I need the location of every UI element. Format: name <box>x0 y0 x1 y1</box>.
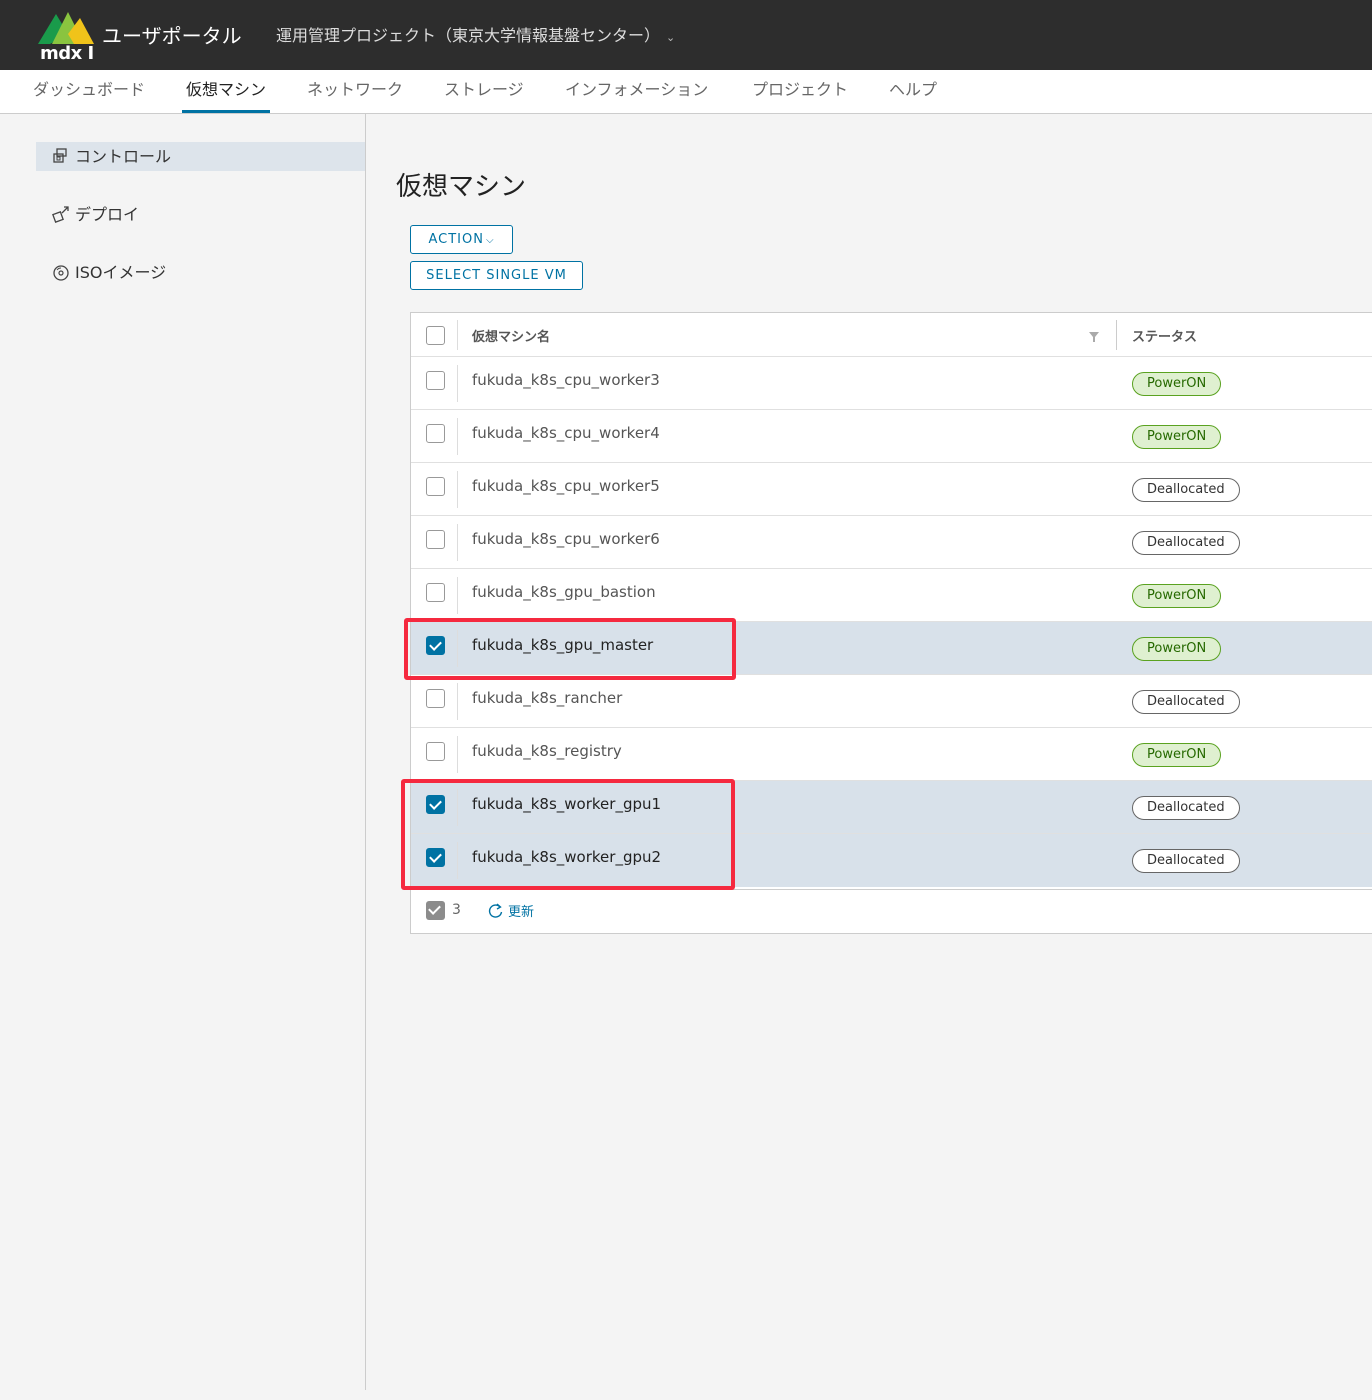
column-divider <box>457 736 458 773</box>
row-checkbox[interactable] <box>426 583 445 602</box>
nav-virtual-machines[interactable]: 仮想マシン <box>181 70 271 114</box>
row-checkbox[interactable] <box>426 530 445 549</box>
status-badge: PowerON <box>1132 372 1222 396</box>
sidebar-item-iso-image[interactable]: ISOイメージ <box>36 258 365 287</box>
grid-footer: 3 更新 <box>411 889 1372 934</box>
action-button[interactable]: ACTION ⌵ <box>410 225 513 254</box>
vm-datagrid: 仮想マシン名 ステータス fukuda_k8s_cpu_worker3 Powe… <box>410 312 1372 934</box>
nav-storage[interactable]: ストレージ <box>444 70 524 114</box>
grid-header-row: 仮想マシン名 ステータス <box>411 313 1372 357</box>
vm-name: fukuda_k8s_worker_gpu2 <box>472 848 662 866</box>
sidebar-item-deploy[interactable]: デプロイ <box>36 200 365 229</box>
sidebar-item-label: コントロール <box>75 147 172 166</box>
top-header: mdx I ユーザポータル 運用管理プロジェクト（東京大学情報基盤センター） ⌄ <box>0 0 1372 70</box>
vm-name: fukuda_k8s_gpu_bastion <box>472 583 656 601</box>
vm-name: fukuda_k8s_worker_gpu1 <box>472 795 662 813</box>
row-checkbox[interactable] <box>426 424 445 443</box>
page-title: 仮想マシン <box>396 172 527 202</box>
vm-name: fukuda_k8s_cpu_worker6 <box>472 530 660 548</box>
selected-count: 3 <box>452 902 461 918</box>
main-nav: ダッシュボード 仮想マシン ネットワーク ストレージ インフォメーション プロジ… <box>0 70 1372 114</box>
project-name: 運用管理プロジェクト（東京大学情報基盤センター） <box>276 26 661 45</box>
column-divider <box>457 320 458 350</box>
refresh-icon <box>488 903 503 918</box>
table-row[interactable]: fukuda_k8s_cpu_worker3 PowerON <box>411 357 1372 410</box>
status-badge: PowerON <box>1132 743 1222 767</box>
table-row[interactable]: fukuda_k8s_cpu_worker4 PowerON <box>411 410 1372 463</box>
nav-help[interactable]: ヘルプ <box>889 70 937 114</box>
row-checkbox[interactable] <box>426 848 445 867</box>
vm-name: fukuda_k8s_cpu_worker3 <box>472 371 660 389</box>
vm-name: fukuda_k8s_registry <box>472 742 622 760</box>
status-badge: Deallocated <box>1132 478 1240 502</box>
filter-icon[interactable] <box>1088 331 1100 343</box>
column-divider <box>457 683 458 720</box>
status-badge: Deallocated <box>1132 796 1240 820</box>
deploy-icon <box>52 206 69 223</box>
table-row[interactable]: fukuda_k8s_gpu_bastion PowerON <box>411 569 1372 622</box>
project-selector[interactable]: 運用管理プロジェクト（東京大学情報基盤センター） ⌄ <box>276 22 675 46</box>
row-checkbox[interactable] <box>426 371 445 390</box>
nav-information[interactable]: インフォメーション <box>565 70 708 114</box>
refresh-button[interactable]: 更新 <box>487 901 534 920</box>
row-checkbox[interactable] <box>426 742 445 761</box>
vm-name: fukuda_k8s_gpu_master <box>472 636 654 654</box>
logo-text: mdx I <box>40 43 94 64</box>
selection-indicator-icon <box>426 901 445 920</box>
status-badge: PowerON <box>1132 637 1222 661</box>
row-checkbox[interactable] <box>426 477 445 496</box>
column-divider <box>1116 320 1117 350</box>
table-row[interactable]: fukuda_k8s_rancher Deallocated <box>411 675 1372 728</box>
table-row[interactable]: fukuda_k8s_registry PowerON <box>411 728 1372 781</box>
main-content: 仮想マシン ACTION ⌵ SELECT SINGLE VM 仮想マシン名 ステ… <box>366 114 1372 1390</box>
status-badge: Deallocated <box>1132 690 1240 714</box>
select-all-checkbox[interactable] <box>426 326 445 345</box>
column-divider <box>457 418 458 455</box>
action-label: ACTION <box>428 232 484 247</box>
disc-icon <box>53 265 69 281</box>
control-icon <box>53 148 67 163</box>
vm-name: fukuda_k8s_cpu_worker5 <box>472 477 660 495</box>
sidebar-item-label: デプロイ <box>75 205 140 224</box>
select-single-vm-button[interactable]: SELECT SINGLE VM <box>410 261 583 290</box>
column-header-status[interactable]: ステータス <box>1132 326 1197 345</box>
column-divider <box>457 630 458 667</box>
sidebar-item-control[interactable]: コントロール <box>36 142 365 171</box>
chevron-down-icon: ⌵ <box>485 235 495 246</box>
row-checkbox[interactable] <box>426 636 445 655</box>
row-checkbox[interactable] <box>426 689 445 708</box>
vm-name: fukuda_k8s_cpu_worker4 <box>472 424 660 442</box>
column-divider <box>457 524 458 561</box>
status-badge: Deallocated <box>1132 531 1240 555</box>
sidebar-item-label: ISOイメージ <box>75 263 167 282</box>
row-checkbox[interactable] <box>426 795 445 814</box>
column-divider <box>457 365 458 402</box>
refresh-label: 更新 <box>508 905 535 920</box>
app-title: ユーザポータル <box>102 24 242 48</box>
column-divider <box>457 577 458 614</box>
nav-dashboard[interactable]: ダッシュボード <box>33 70 145 114</box>
column-divider <box>457 789 458 826</box>
table-row[interactable]: fukuda_k8s_worker_gpu2 Deallocated <box>411 834 1372 887</box>
vm-name: fukuda_k8s_rancher <box>472 689 623 707</box>
column-header-name[interactable]: 仮想マシン名 <box>472 326 550 345</box>
nav-project[interactable]: プロジェクト <box>752 70 848 114</box>
table-row[interactable]: fukuda_k8s_gpu_master PowerON <box>411 622 1372 675</box>
status-badge: PowerON <box>1132 584 1222 608</box>
chevron-down-icon: ⌄ <box>666 31 676 44</box>
table-row[interactable]: fukuda_k8s_worker_gpu1 Deallocated <box>411 781 1372 834</box>
status-badge: Deallocated <box>1132 849 1240 873</box>
table-row[interactable]: fukuda_k8s_cpu_worker6 Deallocated <box>411 516 1372 569</box>
nav-network[interactable]: ネットワーク <box>307 70 403 114</box>
column-divider <box>457 842 458 879</box>
sidebar: コントロール デプロイ ISOイメージ <box>0 114 366 1390</box>
table-row[interactable]: fukuda_k8s_cpu_worker5 Deallocated <box>411 463 1372 516</box>
status-badge: PowerON <box>1132 425 1222 449</box>
column-divider <box>457 471 458 508</box>
